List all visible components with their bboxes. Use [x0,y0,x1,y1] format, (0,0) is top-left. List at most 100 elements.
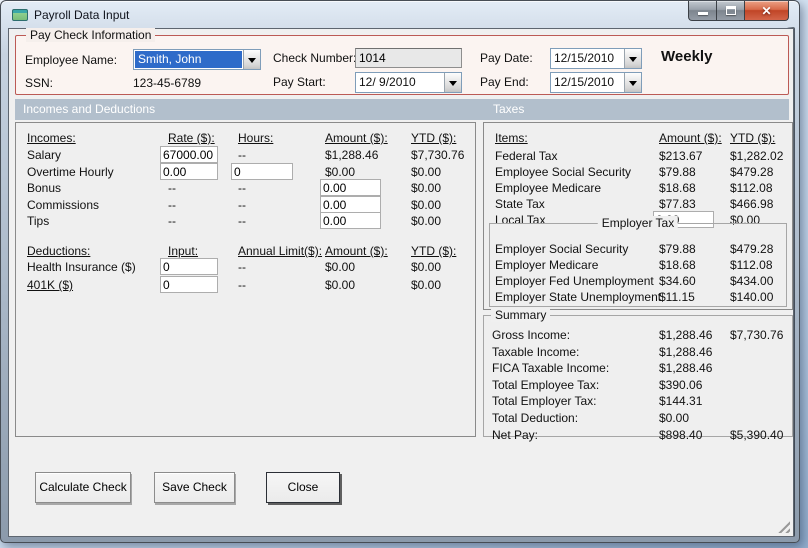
summary-amount: $1,288.46 [659,345,713,359]
taxes-section-header: Taxes [493,102,525,116]
summary-name: FICA Taxable Income: [492,361,610,375]
taxes-panel: Items: Amount ($): YTD ($): Federal Tax $… [483,122,793,310]
tax-employer-amount: $18.68 [659,258,696,272]
minimize-button[interactable] [688,1,717,21]
paycheck-group-label: Pay Check Information [26,28,156,42]
summary-name: Total Employee Tax: [492,378,600,392]
check-number-field[interactable] [355,48,462,68]
incomes-name: Bonus [27,181,62,195]
incomes-name: Salary [27,148,62,162]
tax-employee-ytd: $112.08 [730,181,773,195]
deduction-name: Health Insurance ($) [27,260,136,274]
save-check-button[interactable]: Save Check [154,472,235,503]
deduction-input[interactable] [160,276,218,293]
rate-col-header: Rate ($): [168,131,215,145]
incomes-rate[interactable] [160,163,218,180]
incomes-rate: -- [168,214,176,228]
table-row: Employer Fed Unemployment $34.60 $434.00 [484,274,792,290]
incomes-deductions-panel: Incomes: Rate ($): Hours: Amount ($): YT… [15,122,476,437]
tax-employee-name: Employee Social Security [495,165,632,179]
deduction-amount: $0.00 [325,278,356,292]
tax-employer-ytd: $434.00 [730,274,774,288]
tax-employer-name: Employer Fed Unemployment [495,274,654,288]
window-controls: ✕ [688,1,789,22]
pay-start-value: 12/ 9/2010 [359,75,416,89]
tax-employee-name: Federal Tax [495,149,558,163]
resize-grip[interactable] [775,518,790,533]
table-row: Net Pay: $898.40 $5,390.40 [484,428,792,444]
employee-name-dropdown-button[interactable] [243,50,260,69]
employer-tax-group-label: Employer Tax [597,216,679,230]
summary-name: Taxable Income: [492,345,580,359]
table-row: Employee Social Security $79.88 $479.28 [484,165,792,181]
tax-employer-amount: $11.15 [659,290,695,304]
summary-group-label: Summary [491,308,551,322]
summary-amount: $0.00 [659,411,690,425]
table-row: Total Employer Tax: $144.31 [484,394,792,410]
table-row: Total Employee Tax: $390.06 [484,378,792,394]
deduction-amount: $0.00 [325,260,356,274]
deduction-limit: -- [238,260,246,274]
amount-col-header: Amount ($): [325,131,388,145]
tax-items-col-header: Items: [495,131,528,145]
summary-ytd: $7,730.76 [730,328,784,342]
tax-employer-name: Employer Social Security [495,242,629,256]
employee-name-combobox[interactable]: Smith, John [133,49,261,70]
table-row: FICA Taxable Income: $1,288.46 [484,361,792,377]
chevron-down-icon [449,80,457,90]
tax-employee-amount: $18.68 [659,181,696,195]
pay-end-dropdown-button[interactable] [624,73,641,92]
chevron-down-icon [629,80,637,90]
incomes-amount[interactable] [320,212,381,229]
pay-start-picker[interactable]: 12/ 9/2010 [355,72,462,93]
deduction-input[interactable] [160,258,218,275]
title-bar[interactable]: Payroll Data Input ✕ [1,1,799,28]
pay-end-value: 12/15/2010 [554,75,615,89]
tax-employer-ytd: $479.28 [730,242,774,256]
incomes-section-header: Incomes and Deductions [23,102,156,116]
deduction-name: 401K ($) [27,278,74,292]
tax-employer-amount: $34.60 [659,274,696,288]
incomes-amount[interactable] [320,196,381,213]
hours-col-header: Hours: [238,131,274,145]
calculate-check-button[interactable]: Calculate Check [35,472,131,503]
pay-end-picker[interactable]: 12/15/2010 [550,72,642,93]
incomes-rate[interactable] [160,146,218,163]
summary-amount: $1,288.46 [659,361,713,375]
summary-amount: $144.31 [659,394,703,408]
close-window-button[interactable]: ✕ [744,1,789,21]
paycheck-info-group: Pay Check Information Employee Name: Smi… [15,28,789,95]
summary-name: Gross Income: [492,328,571,342]
ssn-value: 123-45-6789 [133,76,202,90]
app-icon [12,9,28,21]
incomes-hours: -- [238,148,246,162]
table-row: State Tax $77.83 $466.98 [484,197,792,213]
section-header-band: Incomes and Deductions Taxes [15,99,789,120]
tax-employer-amount: $79.88 [659,242,696,256]
tax-employee-amount: $79.88 [659,165,696,179]
table-row: Employer Medicare $18.68 $112.08 [484,258,792,274]
ssn-label: SSN: [25,76,54,90]
table-row: Commissions -- -- $0.00 [16,196,475,214]
incomes-amount: $0.00 [325,165,356,179]
pay-end-label: Pay End: [480,75,529,89]
table-row: Employer Social Security $79.88 $479.28 [484,242,792,258]
pay-date-dropdown-button[interactable] [624,49,641,68]
pay-start-dropdown-button[interactable] [444,73,461,92]
incomes-hours[interactable] [231,163,293,180]
incomes-hours: -- [238,181,246,195]
maximize-button[interactable] [716,1,745,21]
pay-date-label: Pay Date: [480,51,533,65]
summary-ytd: $5,390.40 [730,428,784,442]
incomes-ytd: $0.00 [411,198,442,212]
incomes-amount[interactable] [320,179,381,196]
pay-date-picker[interactable]: 12/15/2010 [550,48,642,69]
close-icon: ✕ [761,3,772,18]
ded-amount-col-header: Amount ($): [325,244,388,258]
deduction-limit: -- [238,278,246,292]
incomes-name: Overtime Hourly [27,165,114,179]
incomes-ytd: $0.00 [411,181,442,195]
close-button[interactable]: Close [266,472,340,503]
incomes-ytd: $0.00 [411,165,442,179]
table-row: 401K ($) -- $0.00 $0.00 [16,276,475,294]
